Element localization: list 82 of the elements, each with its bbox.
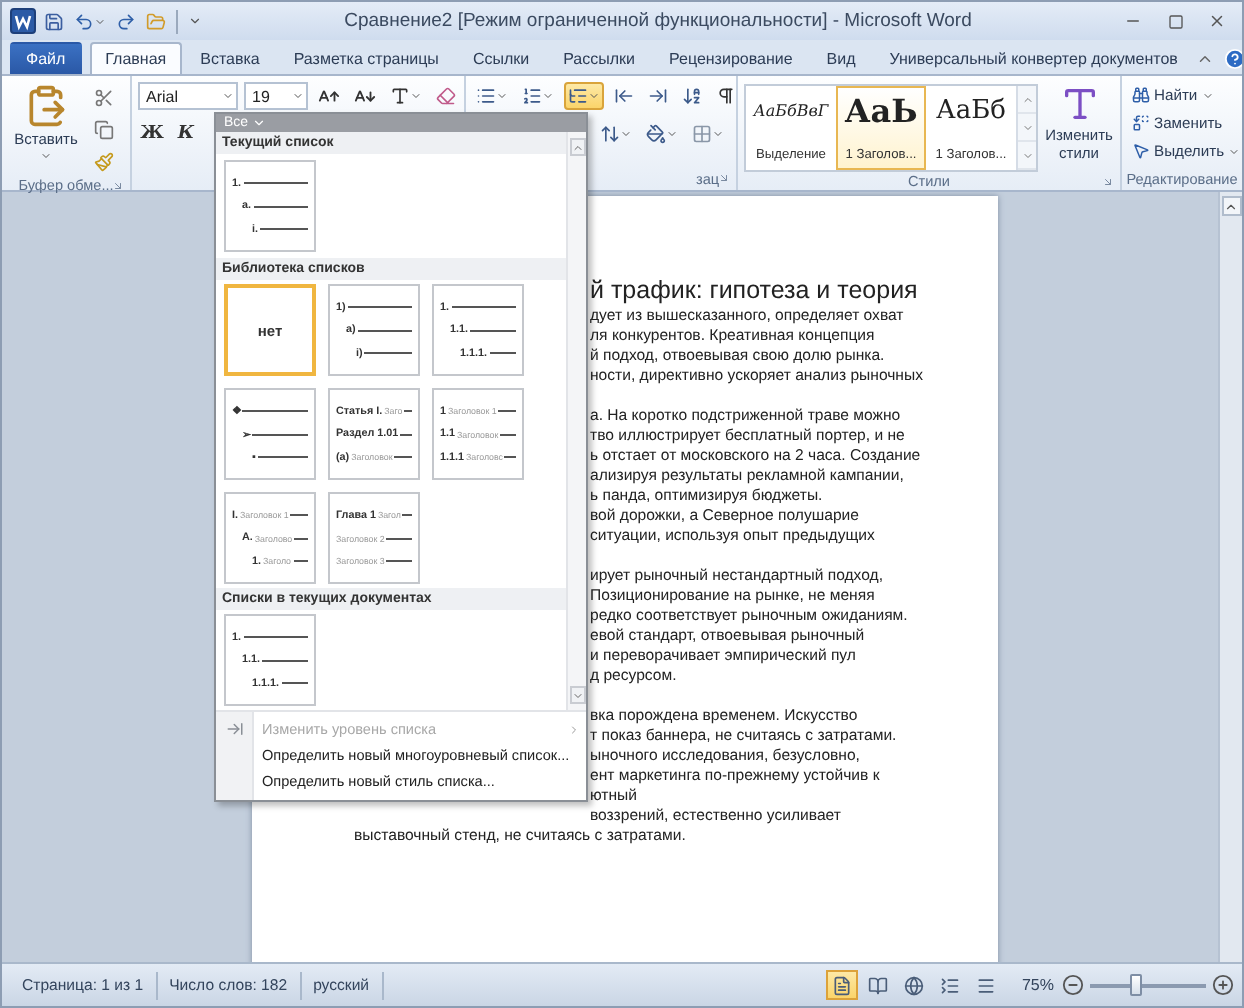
folder-icon [146,11,166,31]
zoom-out-icon[interactable] [1062,974,1084,996]
copy-button[interactable] [90,116,118,144]
copy-icon [94,120,114,140]
outline-icon [939,975,960,995]
caret-icon [666,128,678,140]
page-icon [831,975,852,995]
indent-icon [648,86,668,106]
multilevel-list-button[interactable] [564,82,604,110]
bullet-list-icon [476,86,496,106]
globe-icon [903,975,924,995]
window-title: Сравнение2 [Режим ограниченной функциональности] - Microsoft Word [342,10,974,32]
ribbon-tab[interactable]: Вставка [184,42,276,74]
shrink-font-icon [354,85,376,107]
ribbon-tab[interactable]: Ссылки [456,42,546,74]
indent-icon [225,720,243,738]
help-icon[interactable] [1223,48,1242,70]
caret-icon [410,90,422,102]
style-preview: АаБбВвГ [753,100,829,124]
zoom-level: 75% [1021,976,1054,994]
lines-icon [975,975,996,995]
paintbrush-icon [94,152,114,172]
paint-bucket-icon [646,124,666,144]
eraser-icon [436,86,456,106]
collapse-ribbon-icon[interactable] [1195,50,1214,68]
ribbon-tab[interactable]: Рецензирование [653,42,809,74]
shading-button[interactable] [642,120,682,148]
letter-style-icon [1059,84,1099,124]
caret-icon [712,128,724,140]
zoom-in-icon[interactable] [1212,974,1234,996]
dialog-launcher-icon[interactable] [718,172,730,184]
caret-icon [496,90,508,102]
line-spacing-icon [600,124,620,144]
grow-font-icon [318,85,340,107]
document-logo-icon [10,8,36,34]
zoom-slider-thumb[interactable] [1130,973,1143,995]
ribbon-tab[interactable]: Главная [89,42,183,74]
ribbon-tab[interactable]: Разметка страницы [277,42,455,74]
font-name-field[interactable]: Arial [138,82,238,110]
caret-icon [222,90,234,102]
caret-icon [188,14,202,28]
maximize-icon [1167,13,1183,29]
sort-icon [682,86,702,106]
letter-icon [390,86,410,106]
caret-icon [94,15,106,27]
caret-icon [252,116,267,130]
cursor-icon [1132,142,1150,160]
undo-icon [74,11,94,31]
multilevel-list-icon [568,86,588,106]
file-tab[interactable]: Файл [10,42,82,74]
clear-formatting-button[interactable] [432,82,460,110]
pilcrow-icon [716,86,736,106]
outdent-icon [614,86,634,106]
caret-icon [40,150,52,162]
view-button[interactable] [825,970,858,1000]
replace-icon [1132,114,1150,132]
font-size-field[interactable]: 19 [244,82,308,110]
borders-icon [692,124,712,144]
binoculars-icon [1132,86,1150,104]
dialog-launcher-icon[interactable] [1102,176,1114,188]
close-icon [1208,12,1226,30]
ribbon-tab[interactable]: Универсальный конвертер документов [873,42,1194,74]
document-heading: й трафик: гипотеза и теория [590,276,918,306]
borders-button[interactable] [688,120,728,148]
book-icon [867,975,888,995]
caret-icon [292,90,304,102]
caret-icon [542,90,554,102]
save-icon [44,11,64,31]
italic-button[interactable]: К [172,120,200,148]
ribbon-tab[interactable]: Вид [810,42,872,74]
caret-icon [620,128,632,140]
bold-button[interactable]: Ж [138,120,166,148]
style-preview: АаБб [936,94,1006,130]
style-preview: АаЬ [844,92,918,132]
dialog-launcher-icon[interactable] [112,180,124,192]
scroll-up-button[interactable] [1221,196,1241,216]
clipboard-icon [24,84,68,128]
numbered-list-icon [522,86,542,106]
ribbon-tab[interactable]: Рассылки [547,42,652,74]
caret-icon [588,90,600,102]
redo-icon [116,11,136,31]
scissors-icon [94,88,114,108]
